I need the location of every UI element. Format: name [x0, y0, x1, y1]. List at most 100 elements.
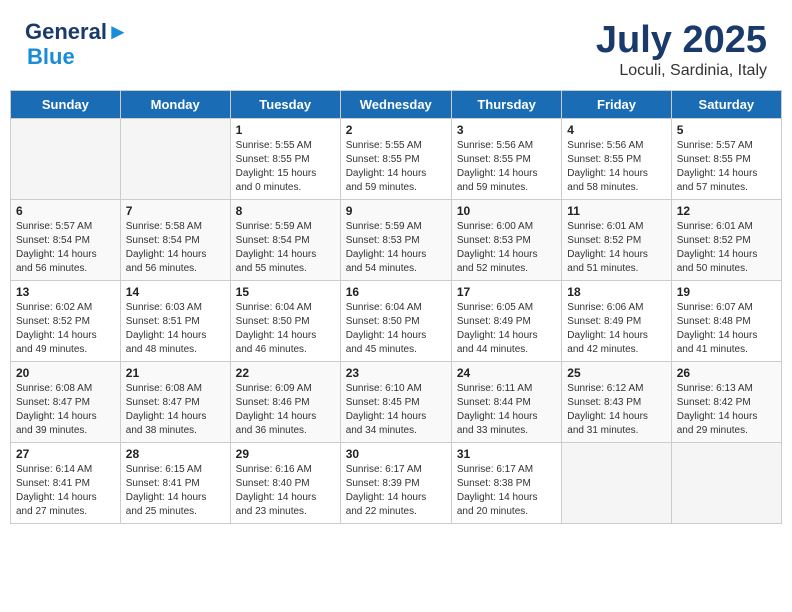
day-info: Sunrise: 6:16 AM Sunset: 8:40 PM Dayligh…	[236, 463, 335, 519]
day-number: 6	[16, 204, 115, 218]
day-number: 12	[677, 204, 776, 218]
day-number: 13	[16, 285, 115, 299]
day-info: Sunrise: 6:08 AM Sunset: 8:47 PM Dayligh…	[126, 382, 225, 438]
calendar-cell: 5Sunrise: 5:57 AM Sunset: 8:55 PM Daylig…	[671, 118, 781, 199]
weekday-header: Wednesday	[340, 90, 451, 118]
calendar-cell: 11 Sunrise: 6:01 AM Sunset: 8:52 PM Dayli…	[562, 199, 671, 280]
day-info: Sunrise: 6:07 AM Sunset: 8:48 PM Dayligh…	[677, 301, 776, 357]
day-info: Sunrise: 5:58 AM Sunset: 8:54 PM Dayligh…	[126, 220, 225, 276]
day-info: Sunrise: 5:57 AM Sunset: 8:54 PM Dayligh…	[16, 220, 115, 276]
day-number: 30	[346, 447, 446, 461]
calendar-cell: 25 Sunrise: 6:12 AM Sunset: 8:43 PM Dayli…	[562, 361, 671, 442]
day-info: Sunrise: 6:02 AM Sunset: 8:52 PM Dayligh…	[16, 301, 115, 357]
day-info: Sunrise: 6:12 AM Sunset: 8:43 PM Dayligh…	[567, 382, 665, 438]
day-info: Sunrise: 6:08 AM Sunset: 8:47 PM Dayligh…	[16, 382, 115, 438]
weekday-header: Friday	[562, 90, 671, 118]
calendar-cell: 13 Sunrise: 6:02 AM Sunset: 8:52 PM Dayli…	[11, 280, 121, 361]
calendar-cell: 23 Sunrise: 6:10 AM Sunset: 8:45 PM Dayli…	[340, 361, 451, 442]
day-number: 15	[236, 285, 335, 299]
calendar-cell: 30 Sunrise: 6:17 AM Sunset: 8:39 PM Dayli…	[340, 442, 451, 523]
calendar-table: SundayMondayTuesdayWednesdayThursdayFrid…	[10, 90, 782, 524]
logo-text: General►	[25, 20, 129, 44]
calendar-cell: 4 Sunrise: 5:56 AM Sunset: 8:55 PM Daylig…	[562, 118, 671, 199]
calendar-cell	[11, 118, 121, 199]
calendar-cell: 18 Sunrise: 6:06 AM Sunset: 8:49 PM Dayli…	[562, 280, 671, 361]
day-info: Sunrise: 6:15 AM Sunset: 8:41 PM Dayligh…	[126, 463, 225, 519]
calendar-cell: 28Sunrise: 6:15 AM Sunset: 8:41 PM Dayli…	[120, 442, 230, 523]
day-number: 29	[236, 447, 335, 461]
day-number: 5	[677, 123, 776, 137]
day-number: 18	[567, 285, 665, 299]
day-info: Sunrise: 6:03 AM Sunset: 8:51 PM Dayligh…	[126, 301, 225, 357]
calendar-cell: 10Sunrise: 6:00 AM Sunset: 8:53 PM Dayli…	[451, 199, 561, 280]
calendar-header-row: SundayMondayTuesdayWednesdayThursdayFrid…	[11, 90, 782, 118]
day-number: 3	[457, 123, 556, 137]
day-number: 31	[457, 447, 556, 461]
day-info: Sunrise: 6:01 AM Sunset: 8:52 PM Dayligh…	[567, 220, 665, 276]
logo-blue: Blue	[27, 44, 75, 70]
day-info: Sunrise: 6:10 AM Sunset: 8:45 PM Dayligh…	[346, 382, 446, 438]
day-info: Sunrise: 6:11 AM Sunset: 8:44 PM Dayligh…	[457, 382, 556, 438]
calendar-week-row: 20 Sunrise: 6:08 AM Sunset: 8:47 PM Dayli…	[11, 361, 782, 442]
calendar-cell: 8Sunrise: 5:59 AM Sunset: 8:54 PM Daylig…	[230, 199, 340, 280]
calendar-cell: 22 Sunrise: 6:09 AM Sunset: 8:46 PM Dayli…	[230, 361, 340, 442]
day-info: Sunrise: 5:56 AM Sunset: 8:55 PM Dayligh…	[457, 139, 556, 195]
calendar-cell: 27Sunrise: 6:14 AM Sunset: 8:41 PM Dayli…	[11, 442, 121, 523]
day-number: 1	[236, 123, 335, 137]
calendar-week-row: 13 Sunrise: 6:02 AM Sunset: 8:52 PM Dayli…	[11, 280, 782, 361]
day-number: 25	[567, 366, 665, 380]
calendar-cell: 2 Sunrise: 5:55 AM Sunset: 8:55 PM Daylig…	[340, 118, 451, 199]
calendar-week-row: 6 Sunrise: 5:57 AM Sunset: 8:54 PM Daylig…	[11, 199, 782, 280]
location-title: Loculi, Sardinia, Italy	[596, 62, 767, 80]
day-info: Sunrise: 5:55 AM Sunset: 8:55 PM Dayligh…	[346, 139, 446, 195]
day-number: 11	[567, 204, 665, 218]
calendar-cell: 26 Sunrise: 6:13 AM Sunset: 8:42 PM Dayli…	[671, 361, 781, 442]
day-info: Sunrise: 6:01 AM Sunset: 8:52 PM Dayligh…	[677, 220, 776, 276]
calendar-cell: 12 Sunrise: 6:01 AM Sunset: 8:52 PM Dayli…	[671, 199, 781, 280]
day-info: Sunrise: 6:05 AM Sunset: 8:49 PM Dayligh…	[457, 301, 556, 357]
calendar-week-row: 27Sunrise: 6:14 AM Sunset: 8:41 PM Dayli…	[11, 442, 782, 523]
day-number: 16	[346, 285, 446, 299]
day-number: 23	[346, 366, 446, 380]
day-number: 21	[126, 366, 225, 380]
day-number: 20	[16, 366, 115, 380]
day-number: 24	[457, 366, 556, 380]
calendar-cell: 16 Sunrise: 6:04 AM Sunset: 8:50 PM Dayli…	[340, 280, 451, 361]
day-info: Sunrise: 6:04 AM Sunset: 8:50 PM Dayligh…	[346, 301, 446, 357]
weekday-header: Saturday	[671, 90, 781, 118]
calendar-cell: 17 Sunrise: 6:05 AM Sunset: 8:49 PM Dayli…	[451, 280, 561, 361]
day-number: 22	[236, 366, 335, 380]
day-number: 17	[457, 285, 556, 299]
calendar-cell: 20 Sunrise: 6:08 AM Sunset: 8:47 PM Dayli…	[11, 361, 121, 442]
calendar-cell: 29 Sunrise: 6:16 AM Sunset: 8:40 PM Dayli…	[230, 442, 340, 523]
calendar-cell: 14 Sunrise: 6:03 AM Sunset: 8:51 PM Dayli…	[120, 280, 230, 361]
day-number: 2	[346, 123, 446, 137]
day-info: Sunrise: 6:00 AM Sunset: 8:53 PM Dayligh…	[457, 220, 556, 276]
day-number: 14	[126, 285, 225, 299]
day-number: 4	[567, 123, 665, 137]
calendar-cell	[120, 118, 230, 199]
day-info: Sunrise: 6:17 AM Sunset: 8:39 PM Dayligh…	[346, 463, 446, 519]
day-number: 7	[126, 204, 225, 218]
day-info: Sunrise: 6:04 AM Sunset: 8:50 PM Dayligh…	[236, 301, 335, 357]
calendar-cell: 9Sunrise: 5:59 AM Sunset: 8:53 PM Daylig…	[340, 199, 451, 280]
page-header: General► Blue July 2025 Loculi, Sardinia…	[10, 10, 782, 85]
day-info: Sunrise: 6:09 AM Sunset: 8:46 PM Dayligh…	[236, 382, 335, 438]
day-info: Sunrise: 5:55 AM Sunset: 8:55 PM Dayligh…	[236, 139, 335, 195]
calendar-week-row: 1 Sunrise: 5:55 AM Sunset: 8:55 PM Daylig…	[11, 118, 782, 199]
weekday-header: Tuesday	[230, 90, 340, 118]
calendar-cell: 19Sunrise: 6:07 AM Sunset: 8:48 PM Dayli…	[671, 280, 781, 361]
calendar-cell: 31 Sunrise: 6:17 AM Sunset: 8:38 PM Dayli…	[451, 442, 561, 523]
weekday-header: Sunday	[11, 90, 121, 118]
day-info: Sunrise: 5:56 AM Sunset: 8:55 PM Dayligh…	[567, 139, 665, 195]
calendar-cell: 6 Sunrise: 5:57 AM Sunset: 8:54 PM Daylig…	[11, 199, 121, 280]
day-info: Sunrise: 6:13 AM Sunset: 8:42 PM Dayligh…	[677, 382, 776, 438]
calendar-cell: 21 Sunrise: 6:08 AM Sunset: 8:47 PM Dayli…	[120, 361, 230, 442]
weekday-header: Monday	[120, 90, 230, 118]
calendar-cell: 24 Sunrise: 6:11 AM Sunset: 8:44 PM Dayli…	[451, 361, 561, 442]
day-number: 26	[677, 366, 776, 380]
calendar-cell	[562, 442, 671, 523]
day-info: Sunrise: 6:06 AM Sunset: 8:49 PM Dayligh…	[567, 301, 665, 357]
day-info: Sunrise: 6:17 AM Sunset: 8:38 PM Dayligh…	[457, 463, 556, 519]
calendar-cell: 15 Sunrise: 6:04 AM Sunset: 8:50 PM Dayli…	[230, 280, 340, 361]
